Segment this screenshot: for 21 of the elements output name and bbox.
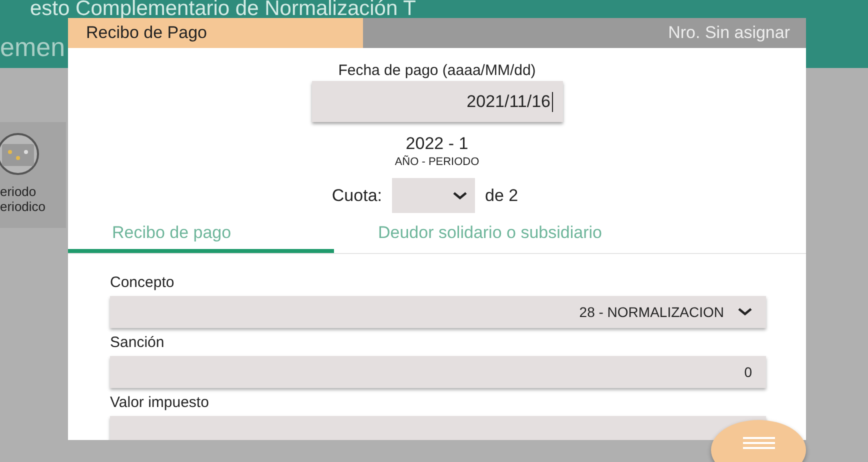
chevron-icon bbox=[453, 192, 467, 200]
cuota-total: de 2 bbox=[485, 186, 518, 206]
select-field[interactable]: 28 - NORMALIZACION bbox=[110, 296, 766, 328]
receipt-number: Nro. Sin asignar bbox=[363, 18, 806, 48]
period-caption: AÑO - PERIODO bbox=[394, 156, 480, 168]
field-label: Sanción bbox=[110, 334, 164, 351]
period-card[interactable]: eriodo eriodico bbox=[0, 122, 66, 228]
input-field[interactable]: 0 bbox=[110, 356, 766, 388]
date-label: Fecha de pago (aaaa/MM/dd) bbox=[338, 62, 536, 79]
dialog-title: Recibo de Pago bbox=[68, 18, 363, 48]
period-value: 2022 - 1 bbox=[406, 134, 468, 154]
menu-icon bbox=[742, 436, 774, 450]
card-label: eriodo eriodico bbox=[0, 184, 46, 214]
cuota-label: Cuota: bbox=[332, 186, 382, 206]
cuota-select[interactable] bbox=[392, 178, 475, 213]
chevron-icon bbox=[738, 308, 752, 316]
input-field[interactable] bbox=[110, 416, 766, 440]
date-field[interactable]: 2021/11/16 bbox=[312, 81, 562, 122]
field-label: Valor impuesto bbox=[110, 394, 209, 411]
page-subtitle: emen bbox=[0, 32, 66, 62]
field-label: Concepto bbox=[110, 274, 174, 291]
